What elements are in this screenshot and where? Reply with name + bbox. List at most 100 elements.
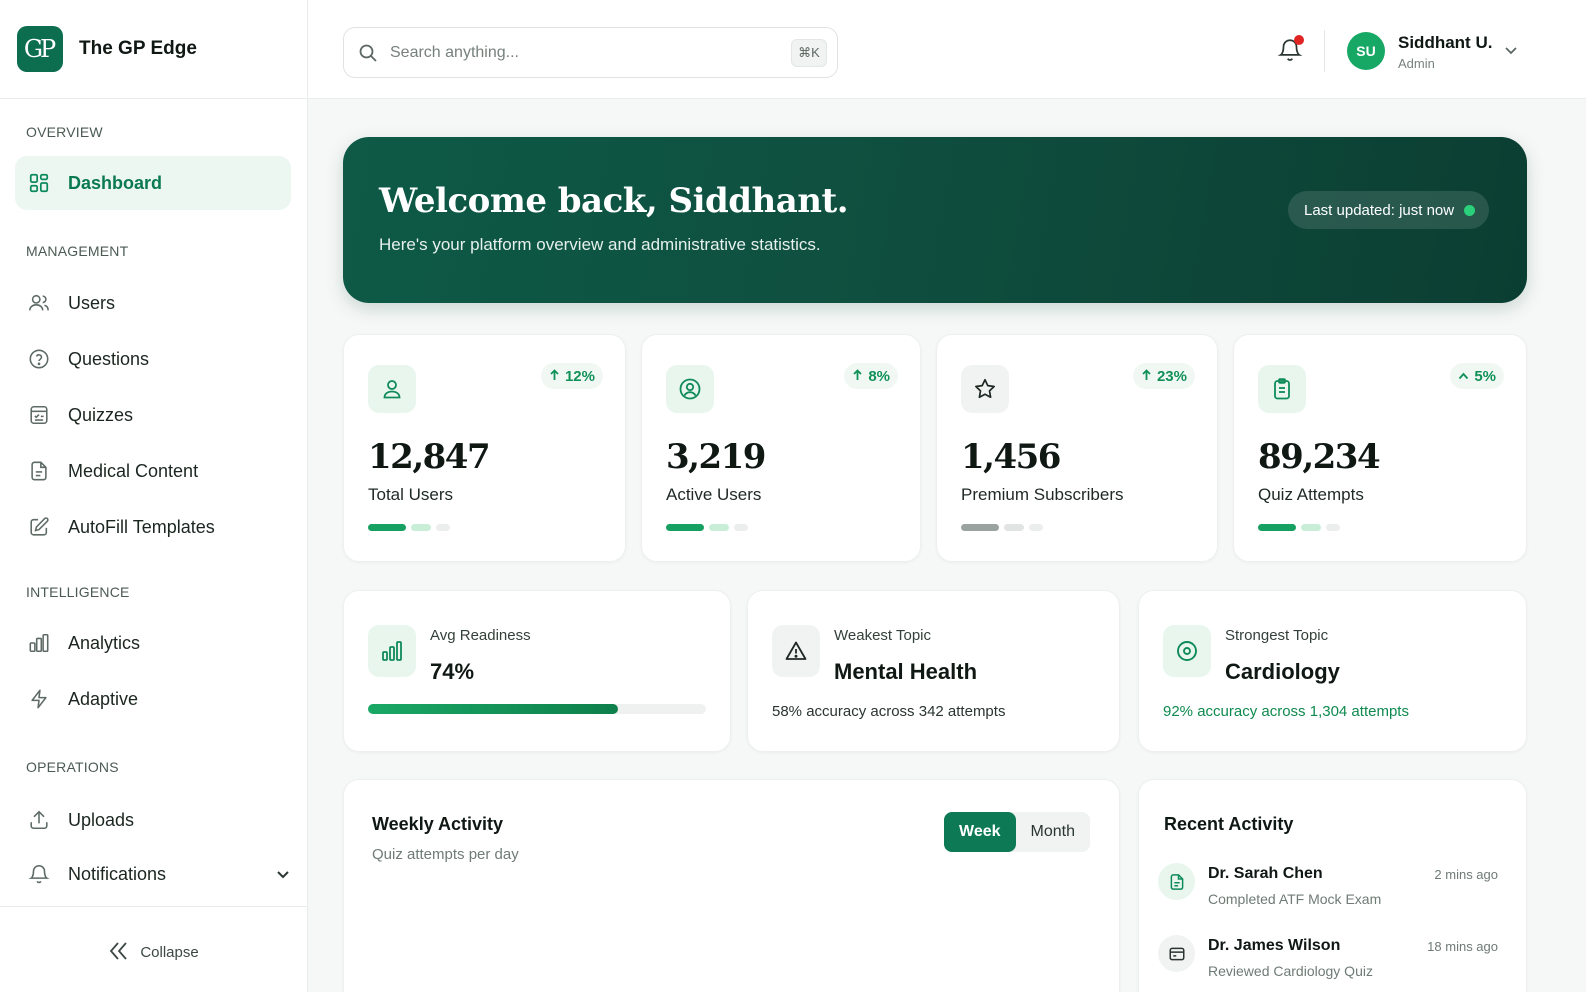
sidebar-item-notifications[interactable]: Notifications <box>15 847 291 901</box>
section-overview: OVERVIEW <box>26 124 103 140</box>
trend-value: 23% <box>1156 367 1187 385</box>
user-name[interactable]: Siddhant U. <box>1398 33 1492 53</box>
sidebar-item-uploads[interactable]: Uploads <box>15 793 291 847</box>
welcome-banner: Welcome back, Siddhant. Here's your plat… <box>343 137 1527 303</box>
sidebar-item-autofill-templates[interactable]: AutoFill Templates <box>15 500 291 554</box>
sidebar-item-dashboard[interactable]: Dashboard <box>15 156 291 210</box>
trend-badge: 12% <box>540 363 603 389</box>
activity-user: Dr. James Wilson <box>1208 937 1341 954</box>
divider <box>1324 30 1325 72</box>
quiz-icon <box>27 403 51 427</box>
section-management: MANAGEMENT <box>26 243 129 259</box>
live-dot <box>1464 204 1476 216</box>
sidebar-item-analytics[interactable]: Analytics <box>15 616 291 670</box>
section-intelligence: INTELLIGENCE <box>26 584 130 600</box>
avatar[interactable]: SU <box>1347 32 1385 70</box>
stat-value: 3,219 <box>666 437 766 477</box>
toggle-week-button[interactable]: Week <box>944 812 1016 852</box>
arrow-up-icon <box>852 368 863 385</box>
brand[interactable]: GP The GP Edge <box>0 0 307 99</box>
sidebar-item-adaptive[interactable]: Adaptive <box>15 672 291 726</box>
lightning-icon <box>27 687 51 711</box>
chevron-down-icon[interactable] <box>275 866 291 887</box>
trend-value: 8% <box>868 367 890 385</box>
sidebar-item-label: Uploads <box>68 809 135 830</box>
target-icon <box>1163 625 1211 677</box>
insight-card-weakest-topic[interactable]: Weakest Topic Mental Health 58% accuracy… <box>747 590 1120 752</box>
page-subtitle: Here's your platform overview and admini… <box>379 235 821 254</box>
caret-up-icon <box>1458 368 1469 385</box>
sparkline <box>1258 524 1340 531</box>
arrow-up-icon <box>549 368 560 385</box>
trend-badge: 8% <box>844 363 898 389</box>
activity-time: 2 mins ago <box>1434 867 1498 882</box>
section-operations: OPERATIONS <box>26 759 119 775</box>
document-icon <box>1158 863 1195 900</box>
insight-label: Strongest Topic <box>1225 627 1329 644</box>
progress-fill <box>368 704 619 714</box>
dashboard-icon <box>27 171 51 195</box>
insight-label: Avg Readiness <box>430 627 531 644</box>
bell-icon <box>27 862 51 886</box>
activity-user: Dr. Sarah Chen <box>1208 865 1323 882</box>
stat-card-total-users[interactable]: 12% 12,847 Total Users <box>343 334 626 562</box>
search-box[interactable]: ⌘K <box>343 27 838 78</box>
activity-description: Completed ATF Mock Exam <box>1208 891 1382 907</box>
collapse-label: Collapse <box>140 944 199 961</box>
stat-value: 12,847 <box>368 437 491 477</box>
list-item[interactable]: Dr. Sarah Chen Completed ATF Mock Exam 2… <box>1158 863 1498 923</box>
sidebar-item-label: Analytics <box>68 632 141 653</box>
insight-note: 92% accuracy across 1,304 attempts <box>1163 703 1409 720</box>
insight-card-strongest-topic[interactable]: Strongest Topic Cardiology 92% accuracy … <box>1138 590 1527 752</box>
sidebar-item-label: AutoFill Templates <box>68 516 215 537</box>
file-icon <box>27 459 51 483</box>
sidebar-item-label: Dashboard <box>68 172 163 193</box>
stat-label: Quiz Attempts <box>1258 485 1364 504</box>
status-badge: Last updated: just now <box>1288 191 1490 229</box>
sidebar-item-users[interactable]: Users <box>15 276 291 330</box>
activity-time: 18 mins ago <box>1427 939 1498 954</box>
page-title: Welcome back, Siddhant. <box>379 181 849 221</box>
double-chevron-left-icon <box>108 941 130 965</box>
user-icon <box>368 365 416 413</box>
insight-value: 74% <box>430 659 475 684</box>
recent-activity-panel: Recent Activity Dr. Sarah Chen Completed… <box>1138 779 1527 992</box>
sidebar-item-label: Quizzes <box>68 404 134 425</box>
sidebar-item-questions[interactable]: Questions <box>15 332 291 386</box>
arrow-up-icon <box>1141 368 1152 385</box>
readiness-progress <box>368 704 706 714</box>
chevron-down-icon[interactable] <box>1503 42 1519 63</box>
sidebar-item-quizzes[interactable]: Quizzes <box>15 388 291 442</box>
question-circle-icon <box>27 347 51 371</box>
range-toggle: Week Month <box>944 812 1090 852</box>
stat-card-active-users[interactable]: 8% 3,219 Active Users <box>641 334 921 562</box>
unread-dot <box>1294 35 1304 45</box>
notification-bell-button[interactable] <box>1277 35 1305 67</box>
sidebar-item-label: Medical Content <box>68 460 199 481</box>
trend-value: 5% <box>1474 367 1496 385</box>
sparkline <box>961 524 1043 531</box>
search-input[interactable] <box>390 43 780 62</box>
collapse-button[interactable]: Collapse <box>108 941 199 965</box>
bell-icon <box>1277 39 1303 67</box>
stat-value: 1,456 <box>961 437 1061 477</box>
list-item[interactable]: Dr. James Wilson Reviewed Cardiology Qui… <box>1158 935 1498 992</box>
user-role: Admin <box>1398 56 1435 71</box>
toggle-month-button[interactable]: Month <box>1016 812 1090 852</box>
bar-chart-icon <box>27 631 51 655</box>
sidebar-item-medical-content[interactable]: Medical Content <box>15 444 291 498</box>
insight-label: Weakest Topic <box>834 627 931 644</box>
bar-chart-icon <box>368 625 416 677</box>
status-text: Last updated: just now <box>1304 201 1455 219</box>
stat-card-quiz-attempts[interactable]: 5% 89,234 Quiz Attempts <box>1233 334 1527 562</box>
trend-badge: 23% <box>1132 363 1195 389</box>
topbar: ⌘K SU Siddhant U. Admin <box>308 0 1586 99</box>
stat-card-premium-subscribers[interactable]: 23% 1,456 Premium Subscribers <box>936 334 1218 562</box>
sidebar-item-label: Notifications <box>68 863 167 884</box>
collapse-bar: Collapse <box>0 906 307 992</box>
trend-value: 12% <box>564 367 595 385</box>
stat-label: Active Users <box>666 485 762 504</box>
insight-card-readiness[interactable]: Avg Readiness 74% <box>343 590 731 752</box>
search-icon <box>358 43 378 63</box>
users-icon <box>27 291 51 315</box>
